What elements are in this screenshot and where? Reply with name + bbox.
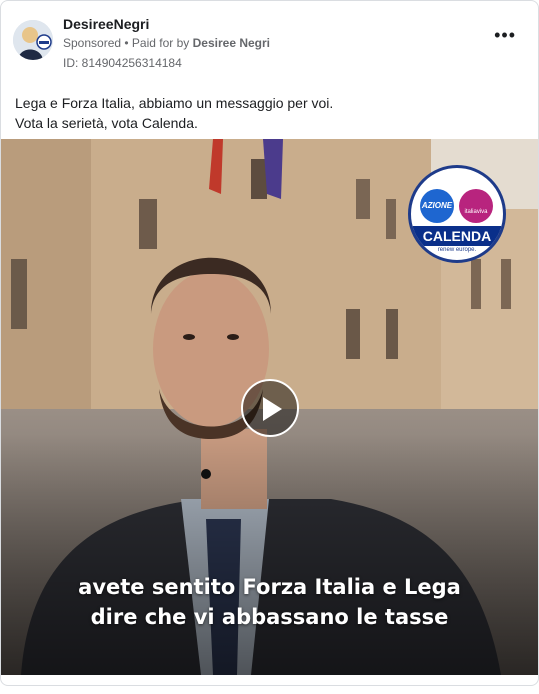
- page-name[interactable]: DesireeNegri: [63, 16, 149, 32]
- ad-id: ID: 814904256314184: [63, 56, 182, 70]
- italia-viva-logo: italiaviva: [459, 189, 493, 223]
- ad-card: DesireeNegri Sponsored • Paid for by Des…: [0, 0, 539, 686]
- sponsored-line: Sponsored • Paid for by Desiree Negri: [63, 36, 270, 50]
- more-options-button[interactable]: •••: [494, 26, 516, 44]
- post-text: Lega e Forza Italia, abbiamo un messaggi…: [15, 93, 333, 133]
- post-text-line: Vota la serietà, vota Calenda.: [15, 115, 198, 131]
- paid-for-label: Paid for by: [131, 36, 193, 50]
- avatar[interactable]: [13, 20, 53, 60]
- video-caption-line: avete sentito Forza Italia e Lega: [78, 575, 461, 599]
- sponsored-label: Sponsored: [63, 36, 122, 50]
- calenda-logo: AZIONE italiaviva CALENDA renew europe.: [408, 165, 506, 263]
- more-horizontal-icon: •••: [494, 25, 516, 45]
- azione-logo: AZIONE: [420, 189, 454, 223]
- logo-calenda-text: CALENDA: [422, 228, 492, 244]
- avatar-image: [13, 20, 53, 60]
- logo-renew-text: renew europe.: [437, 247, 477, 253]
- video-caption-line: dire che vi abbassano le tasse: [90, 605, 449, 629]
- post-text-line: Lega e Forza Italia, abbiamo un messaggi…: [15, 95, 334, 111]
- play-icon: [263, 397, 282, 421]
- play-button[interactable]: [241, 379, 299, 437]
- paid-for-name: Desiree Negri: [192, 36, 270, 50]
- video-player[interactable]: AZIONE italiaviva CALENDA renew europe. …: [1, 139, 538, 675]
- separator: •: [121, 36, 132, 50]
